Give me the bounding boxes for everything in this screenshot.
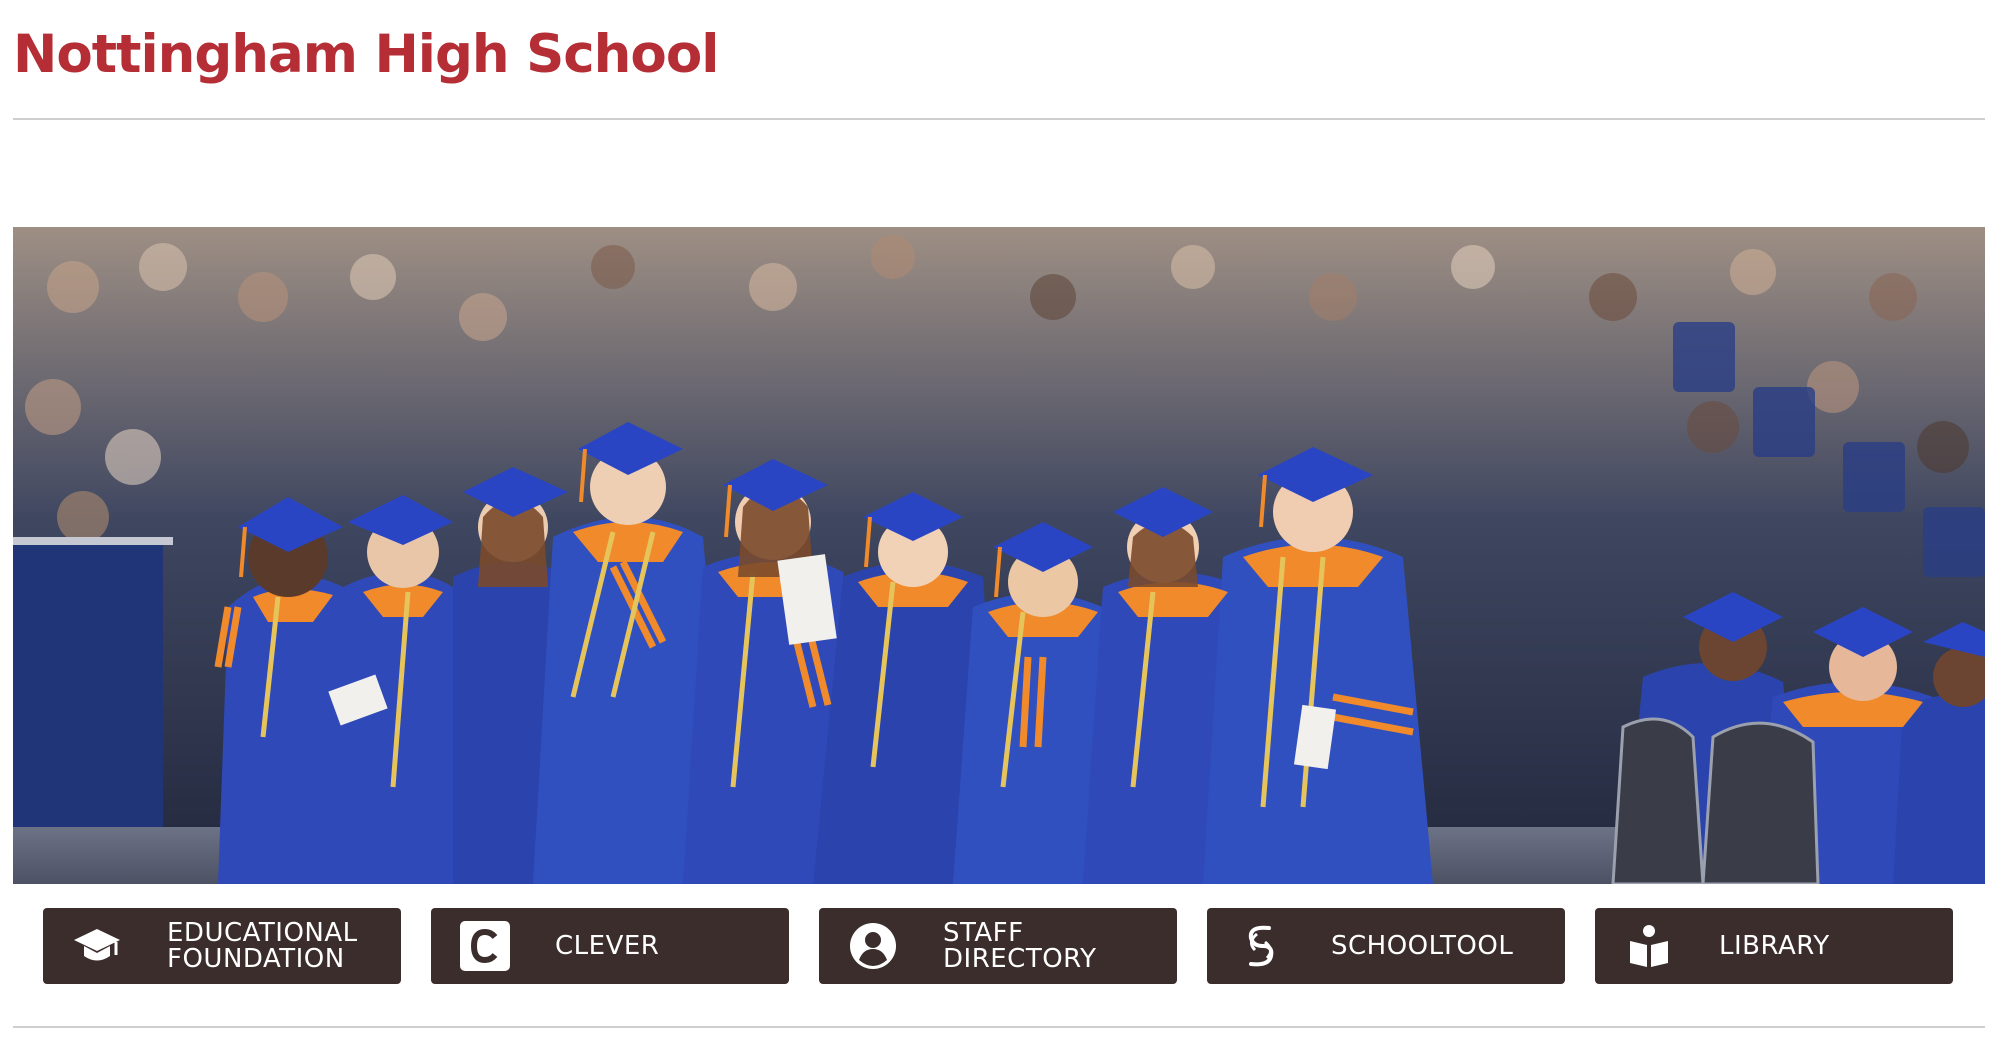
quick-link-clever[interactable]: Clever xyxy=(431,908,789,984)
quick-link-library[interactable]: Library xyxy=(1595,908,1953,984)
clever-logo-icon xyxy=(459,920,511,972)
site-title[interactable]: Nottingham High School xyxy=(13,24,719,85)
quick-link-staff-directory[interactable]: Staff Directory xyxy=(819,908,1177,984)
quick-links-bar: Educational Foundation Clever Staff Dire… xyxy=(13,908,1985,984)
hero-banner xyxy=(13,227,1985,884)
section-divider xyxy=(13,1026,1985,1028)
schooltool-logo-icon xyxy=(1235,920,1287,972)
hero-image xyxy=(13,227,1985,884)
quick-link-educational-foundation[interactable]: Educational Foundation xyxy=(43,908,401,984)
quick-link-label: Staff Directory xyxy=(943,918,1097,974)
graduation-cap-icon xyxy=(71,920,123,972)
quick-link-label: Educational Foundation xyxy=(167,918,358,974)
user-circle-icon xyxy=(847,920,899,972)
site-header: Nottingham High School xyxy=(13,0,1985,120)
book-reader-icon xyxy=(1623,920,1675,972)
quick-link-schooltool[interactable]: SchoolTool xyxy=(1207,908,1565,984)
quick-link-label: SchoolTool xyxy=(1331,931,1514,961)
quick-link-label: Library xyxy=(1719,931,1830,961)
quick-link-label: Clever xyxy=(555,931,660,961)
